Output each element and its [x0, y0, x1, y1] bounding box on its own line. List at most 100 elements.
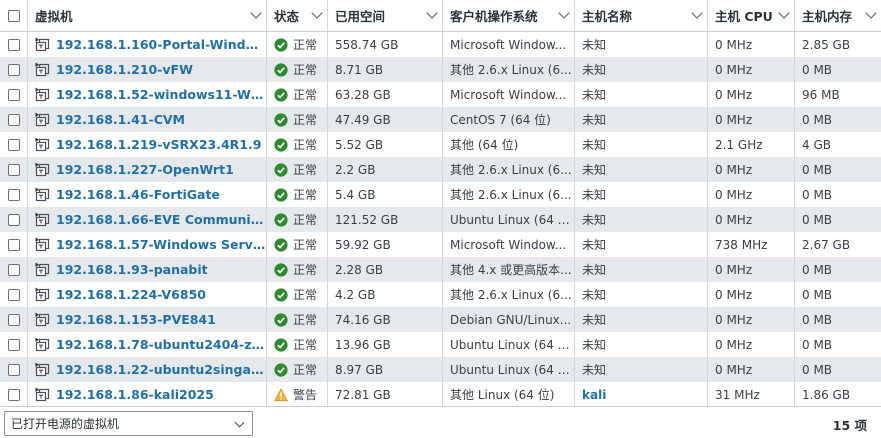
table-row[interactable]: 192.168.1.93-panabit 正常 2.28 GB 其他 4.x 或更高版…	[0, 257, 881, 282]
guest-os-value: Debian GNU/Linux...	[450, 312, 572, 327]
column-header-host-memory[interactable]: 主机内存	[795, 0, 881, 31]
vm-name-link[interactable]: 192.168.1.160-Portal-Windows7	[56, 37, 266, 52]
column-header-label: 主机名称	[582, 9, 633, 24]
table-row[interactable]: 192.168.1.160-Portal-Windows7 正常 558.74 GB…	[0, 32, 881, 57]
host-memory-cell: 2.67 GB	[795, 232, 881, 257]
column-header-guest-os[interactable]: 客户机操作系统	[443, 0, 575, 31]
vm-name-link[interactable]: 192.168.1.210-vFW	[56, 62, 193, 77]
used-space-value: 47.49 GB	[335, 112, 391, 127]
used-space-cell: 2.28 GB	[328, 257, 443, 282]
vm-name-link[interactable]: 192.168.1.46-FortiGate	[56, 187, 220, 202]
status-text: 正常	[293, 238, 318, 252]
chevron-down-icon[interactable]	[778, 7, 790, 19]
table-row[interactable]: 192.168.1.41-CVM 正常 47.49 GB CentOS 7 (64 位…	[0, 107, 881, 132]
vm-name-cell: 192.168.1.52-windows11-WSL	[28, 82, 267, 107]
row-checkbox[interactable]	[8, 38, 20, 51]
vm-name-link[interactable]: 192.168.1.224-V6850	[56, 287, 206, 302]
vm-name-link[interactable]: 192.168.1.57-Windows Server-J...	[56, 237, 266, 252]
table-row[interactable]: 192.168.1.86-kali2025 警告 72.81 GB 其他 Linux …	[0, 382, 881, 407]
table-row[interactable]: 192.168.1.210-vFW 正常 8.71 GB 其他 2.6.x Linux…	[0, 57, 881, 82]
vm-name-link[interactable]: 192.168.1.227-OpenWrt1	[56, 162, 234, 177]
guest-os-value: 其他 2.6.x Linux (6...	[450, 163, 572, 177]
table-row[interactable]: 192.168.1.227-OpenWrt1 正常 2.2 GB 其他 2.6.x L…	[0, 157, 881, 182]
table-row[interactable]: 192.168.1.78-ubuntu2404-zabbix 正常 13.96 GB…	[0, 332, 881, 357]
status-cell: 正常	[267, 132, 328, 157]
used-space-cell: 47.49 GB	[328, 107, 443, 132]
table-row[interactable]: 192.168.1.153-PVE841 正常 74.16 GB Debian GNU…	[0, 307, 881, 332]
row-checkbox[interactable]	[8, 213, 20, 226]
guest-os-value: CentOS 7 (64 位)	[450, 113, 551, 127]
chevron-down-icon[interactable]	[691, 7, 703, 19]
host-name-cell: 未知	[575, 57, 708, 82]
table-row[interactable]: 192.168.1.224-V6850 正常 4.2 GB 其他 2.6.x Linu…	[0, 282, 881, 307]
vm-name-link[interactable]: 192.168.1.22-ubuntu2singapore	[56, 362, 266, 377]
guest-os-value: Microsoft Window...	[450, 37, 567, 52]
vm-name-link[interactable]: 192.168.1.219-vSRX23.4R1.9	[56, 137, 261, 152]
row-checkbox[interactable]	[8, 238, 20, 251]
column-header-used-space[interactable]: 已用空间	[328, 0, 443, 31]
vm-name-link[interactable]: 192.168.1.153-PVE841	[56, 312, 216, 327]
check-circle-icon	[274, 187, 288, 202]
vm-name-link[interactable]: 192.168.1.86-kali2025	[56, 387, 214, 402]
vm-name-link[interactable]: 192.168.1.41-CVM	[56, 112, 185, 127]
host-name-link[interactable]: kali	[582, 388, 606, 402]
vm-name-link[interactable]: 192.168.1.78-ubuntu2404-zabbix	[56, 337, 266, 352]
vm-icon	[35, 312, 50, 327]
chevron-down-icon[interactable]	[250, 7, 262, 19]
table-row[interactable]: 192.168.1.22-ubuntu2singapore 正常 8.97 GB Ub…	[0, 357, 881, 382]
host-cpu-cell: 0 MHz	[708, 307, 795, 332]
row-checkbox[interactable]	[8, 363, 20, 376]
check-circle-icon	[274, 262, 288, 277]
row-checkbox[interactable]	[8, 163, 20, 176]
chevron-down-icon[interactable]	[558, 7, 570, 19]
row-checkbox[interactable]	[8, 188, 20, 201]
chevron-down-icon[interactable]	[234, 417, 245, 428]
row-checkbox[interactable]	[8, 263, 20, 276]
host-cpu-value: 0 MHz	[715, 262, 753, 277]
host-memory-value: 0 MB	[802, 187, 833, 202]
chevron-down-icon[interactable]	[426, 7, 438, 19]
status-cell: 正常	[267, 182, 328, 207]
status-cell: 正常	[267, 57, 328, 82]
used-space-cell: 59.92 GB	[328, 232, 443, 257]
vm-icon	[35, 237, 50, 252]
column-header-host-name[interactable]: 主机名称	[575, 0, 708, 31]
table-row[interactable]: 192.168.1.46-FortiGate 正常 5.4 GB 其他 2.6.x L…	[0, 182, 881, 207]
host-memory-value: 0 MB	[802, 362, 833, 377]
host-name-cell: 未知	[575, 107, 708, 132]
row-checkbox[interactable]	[8, 138, 20, 151]
vm-name-link[interactable]: 192.168.1.52-windows11-WSL	[56, 87, 266, 102]
row-checkbox[interactable]	[8, 113, 20, 126]
vm-icon	[35, 337, 50, 352]
row-checkbox[interactable]	[8, 88, 20, 101]
host-cpu-cell: 31 MHz	[708, 382, 795, 407]
status-cell: 正常	[267, 107, 328, 132]
host-memory-cell: 4 GB	[795, 132, 881, 157]
table-row[interactable]: 192.168.1.219-vSRX23.4R1.9 正常 5.52 GB 其他 (6…	[0, 132, 881, 157]
chevron-down-icon[interactable]	[865, 7, 877, 19]
row-checkbox[interactable]	[8, 63, 20, 76]
vm-name-link[interactable]: 192.168.1.66-EVE Community-6...	[56, 212, 266, 227]
vm-name-cell: 192.168.1.93-panabit	[28, 257, 267, 282]
column-header-host-cpu[interactable]: 主机 CPU	[708, 0, 795, 31]
column-header-status[interactable]: 状态	[267, 0, 328, 31]
row-checkbox[interactable]	[8, 388, 20, 401]
row-checkbox[interactable]	[8, 288, 20, 301]
vm-icon	[35, 212, 50, 227]
used-space-value: 72.81 GB	[335, 387, 391, 402]
select-all-checkbox[interactable]	[8, 9, 20, 22]
guest-os-cell: Microsoft Window...	[443, 232, 575, 257]
column-header-vm[interactable]: 虚拟机	[28, 0, 267, 31]
check-circle-icon	[274, 87, 288, 102]
table-row[interactable]: 192.168.1.66-EVE Community-6... 正常 121.52 …	[0, 207, 881, 232]
vm-filter-select[interactable]: 已打开电源的虚拟机	[4, 411, 253, 436]
table-row[interactable]: 192.168.1.57-Windows Server-J... 正常 59.92 …	[0, 232, 881, 257]
vm-name-link[interactable]: 192.168.1.93-panabit	[56, 262, 208, 277]
row-checkbox[interactable]	[8, 338, 20, 351]
guest-os-cell: 其他 (64 位)	[443, 132, 575, 157]
host-name-cell: 未知	[575, 332, 708, 357]
chevron-down-icon[interactable]	[311, 7, 323, 19]
row-checkbox[interactable]	[8, 313, 20, 326]
table-row[interactable]: 192.168.1.52-windows11-WSL 正常 63.28 GB Micr…	[0, 82, 881, 107]
vm-name-cell: 192.168.1.66-EVE Community-6...	[28, 207, 267, 232]
